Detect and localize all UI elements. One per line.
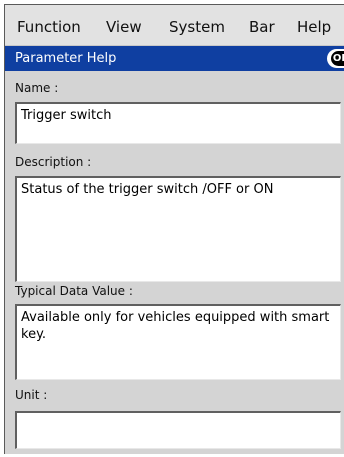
menu-view[interactable]: View [106,18,142,36]
menu-function[interactable]: Function [17,18,81,36]
unit-field[interactable] [15,411,341,449]
ok-button[interactable]: OK [327,49,344,68]
parameter-help-panel: Name : Trigger switch Description : Stat… [5,71,344,454]
unit-label: Unit : [15,388,48,402]
name-field[interactable]: Trigger switch [15,102,341,144]
typical-data-value-label: Typical Data Value : [15,284,133,298]
description-label: Description : [15,155,92,169]
menu-system[interactable]: System [169,18,225,36]
typical-data-value-field[interactable]: Available only for vehicles equipped wit… [15,304,341,380]
ok-button-label: OK [331,51,344,66]
menu-bar-item[interactable]: Bar [249,18,275,36]
window-title: Parameter Help [15,51,117,66]
description-field[interactable]: Status of the trigger switch /OFF or ON [15,176,341,282]
menu-help[interactable]: Help [297,18,331,36]
window-title-bar: Parameter Help OK [5,46,344,71]
menu-bar: Function View System Bar Help [5,5,344,46]
app-window: Function View System Bar Help Parameter … [4,4,344,454]
name-label: Name : [15,81,59,95]
